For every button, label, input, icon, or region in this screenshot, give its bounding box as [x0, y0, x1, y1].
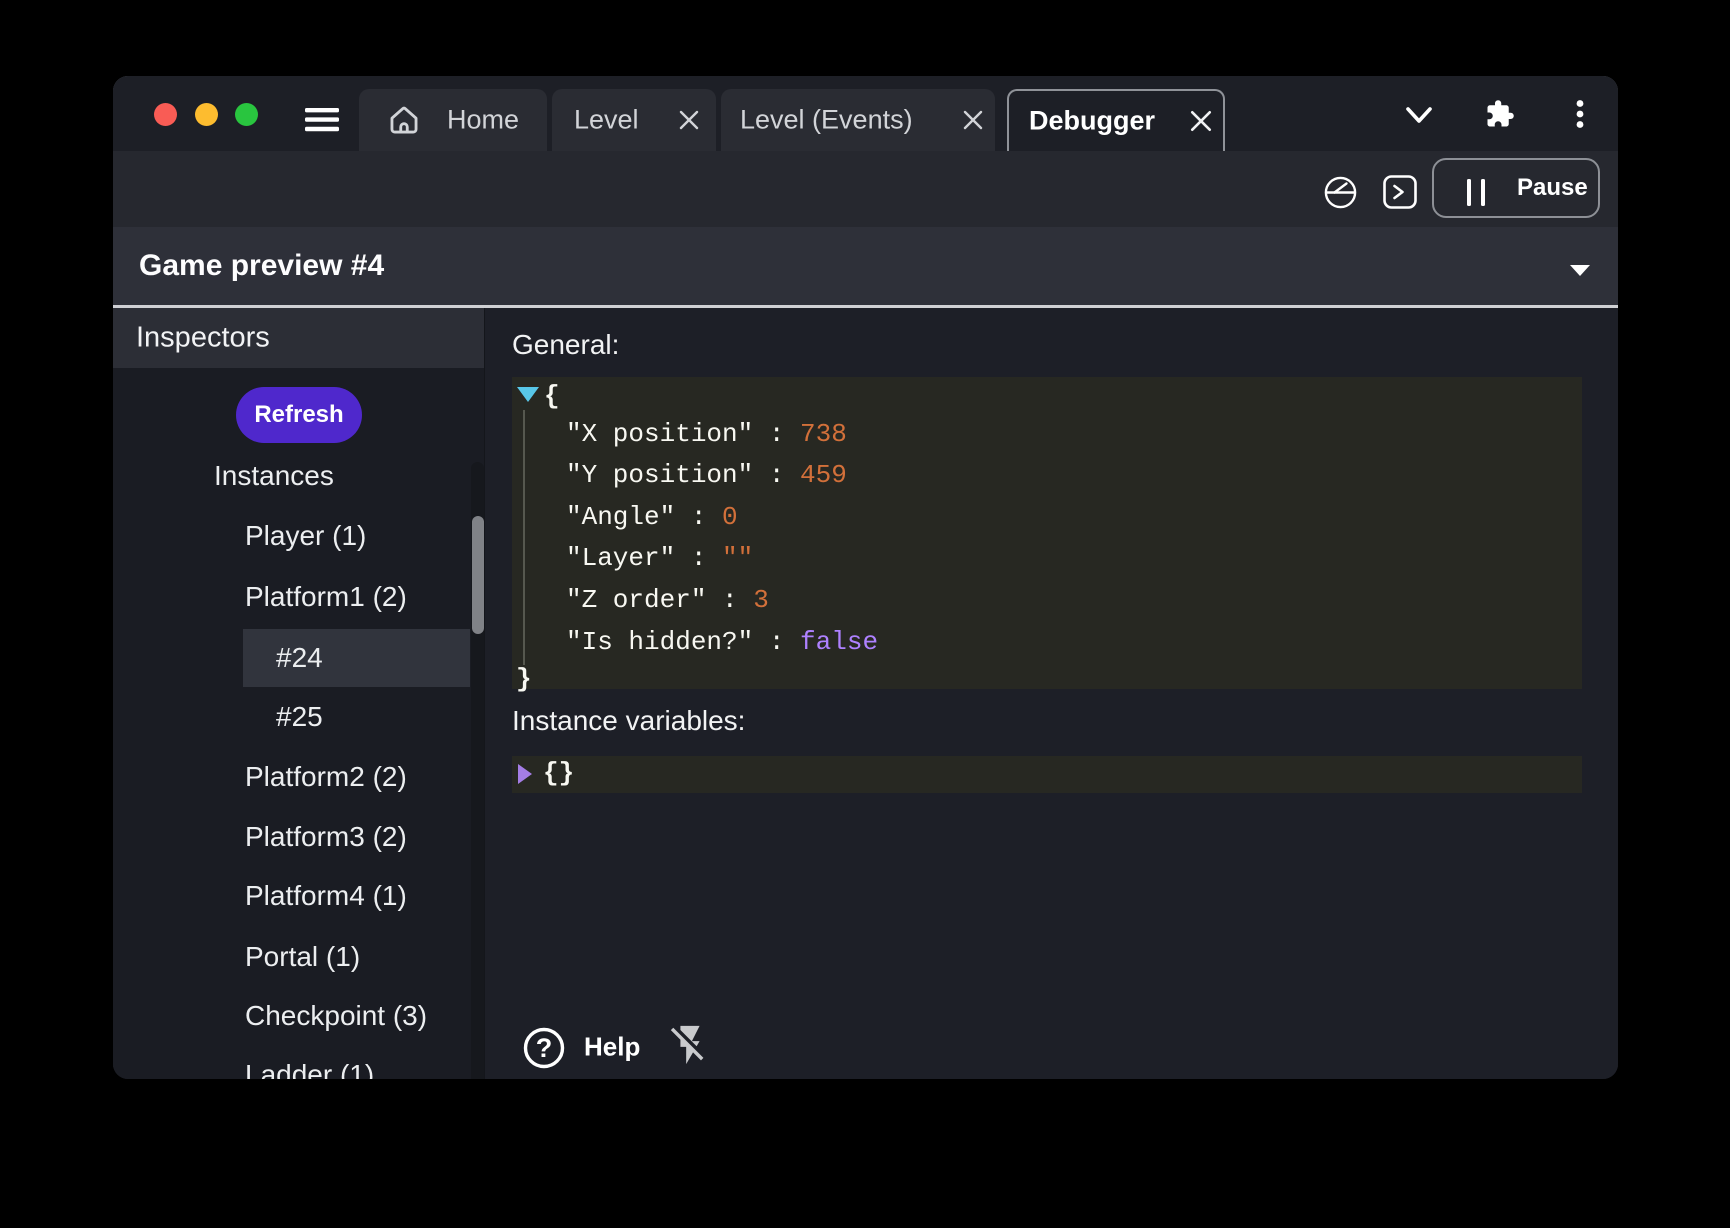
svg-text:?: ? [536, 1033, 553, 1063]
